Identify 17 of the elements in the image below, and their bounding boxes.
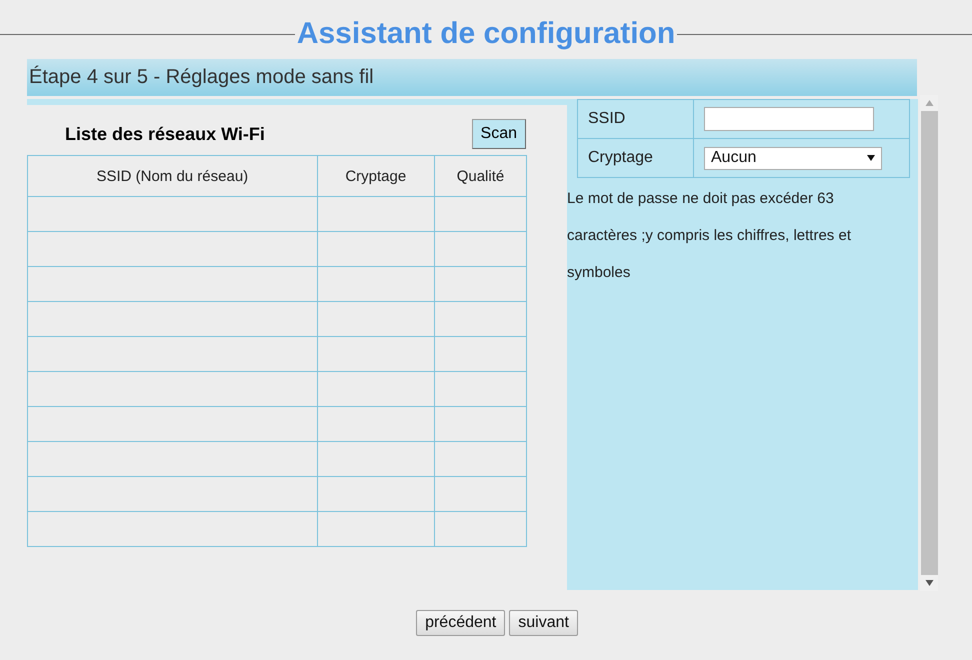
encryption-select[interactable]: Aucun: [704, 146, 882, 170]
scroll-down-icon[interactable]: [924, 580, 934, 586]
step-banner: Étape 4 sur 5 - Réglages mode sans fil: [27, 59, 917, 96]
scan-button[interactable]: Scan: [472, 119, 526, 149]
column-header: Cryptage: [317, 156, 434, 196]
ssid-field[interactable]: [704, 107, 874, 131]
password-note: Le mot de passe ne doit pas excéder 63 caractères ;y compris les chiffres, lettres et symboles: [567, 189, 852, 283]
scroll-up-icon[interactable]: [924, 100, 934, 106]
list-title: Liste des réseaux Wi-Fi: [65, 124, 265, 144]
previous-button[interactable]: précédent: [416, 610, 506, 636]
field-label: Cryptage: [578, 138, 694, 178]
field-label: SSID: [578, 100, 694, 138]
caret-icon: [867, 155, 875, 161]
column-header: SSID (Nom du réseau): [28, 156, 318, 196]
page-title: Assistant de configuration: [296, 17, 676, 51]
column-header: Qualité: [434, 156, 526, 196]
next-button[interactable]: suivant: [509, 610, 578, 636]
